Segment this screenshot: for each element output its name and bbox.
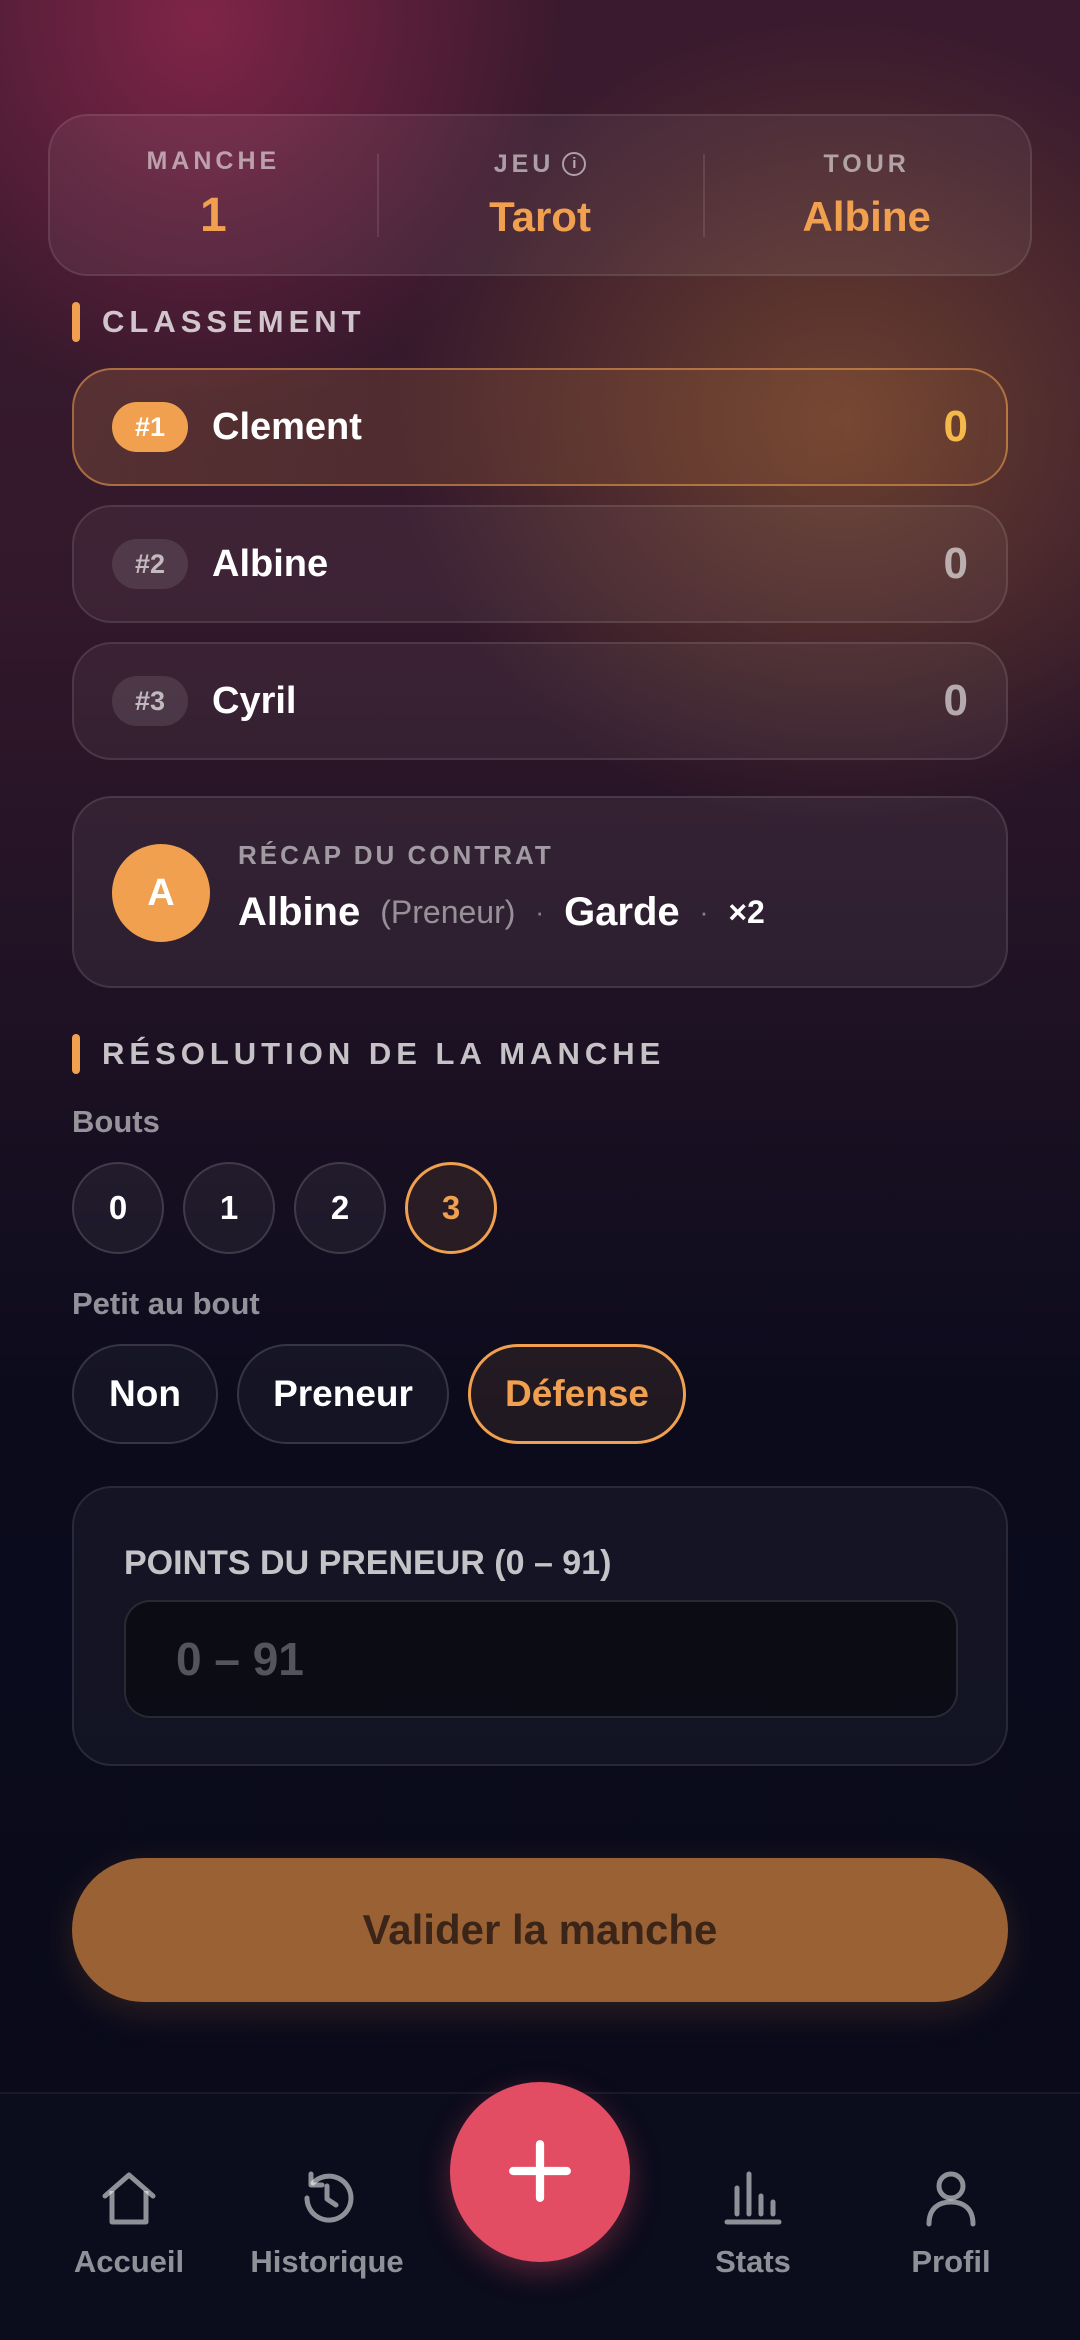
history-icon <box>304 2171 354 2223</box>
add-round-button[interactable] <box>450 2082 630 2262</box>
resolution-title: RÉSOLUTION DE LA MANCHE <box>102 1036 666 1071</box>
player-name: Clement <box>212 405 362 448</box>
jeu-block[interactable]: JEU i Tarot <box>376 150 704 241</box>
petit-option-defense[interactable]: Défense <box>468 1344 686 1444</box>
recap-multiplier: ×2 <box>728 894 765 930</box>
player-score: 0 <box>943 676 968 725</box>
nav-item-stats[interactable]: Stats <box>668 2166 838 2280</box>
user-icon <box>926 2171 976 2227</box>
manche-value: 1 <box>199 189 227 242</box>
bouts-option-3[interactable]: 3 <box>405 1162 497 1254</box>
bouts-option-1[interactable]: 1 <box>183 1162 275 1254</box>
recap-role: (Preneur) <box>380 894 516 930</box>
petit-au-bout-label: Petit au bout <box>72 1286 260 1321</box>
plus-icon <box>509 2139 571 2202</box>
info-icon[interactable]: i <box>562 152 587 176</box>
ranking-row[interactable]: #1 Clement 0 <box>72 368 1008 486</box>
separator-dot: · <box>699 897 709 927</box>
bar-chart-icon <box>724 2171 782 2225</box>
player-name: Albine <box>212 542 329 585</box>
contract-recap-card: A RÉCAP DU CONTRAT Albine (Preneur) · Ga… <box>72 796 1008 988</box>
manche-label: MANCHE <box>146 147 281 175</box>
section-accent-bar <box>72 1034 80 1074</box>
recap-contract: Garde <box>564 890 680 934</box>
bouts-option-0[interactable]: 0 <box>72 1162 164 1254</box>
rank-badge: #1 <box>112 402 188 452</box>
points-input[interactable] <box>124 1600 958 1718</box>
rank-badge: #2 <box>112 539 188 589</box>
points-label: POINTS DU PRENEUR (0 – 91) <box>124 1544 612 1582</box>
validate-round-button[interactable]: Valider la manche <box>72 1858 1008 2002</box>
petit-option-non[interactable]: Non <box>72 1344 218 1444</box>
nav-label-stats: Stats <box>715 2244 791 2279</box>
recap-player: Albine <box>238 890 361 934</box>
classement-title: CLASSEMENT <box>102 304 366 339</box>
bouts-label: Bouts <box>72 1104 160 1139</box>
section-accent-bar <box>72 302 80 342</box>
player-score: 0 <box>943 402 968 451</box>
nav-label-profil: Profil <box>911 2244 991 2279</box>
tour-label: TOUR <box>823 149 910 178</box>
nav-item-profil[interactable]: Profil <box>866 2166 1036 2280</box>
separator-dot: · <box>535 897 545 927</box>
recap-details: Albine (Preneur) · Garde · ×2 <box>238 890 765 935</box>
recap-label: RÉCAP DU CONTRAT <box>238 840 554 870</box>
nav-item-historique[interactable]: Historique <box>242 2166 412 2280</box>
game-header-card: MANCHE 1 JEU i Tarot TOUR Albine <box>48 114 1032 276</box>
ranking-row[interactable]: #3 Cyril 0 <box>72 642 1008 760</box>
jeu-label: JEU <box>493 149 555 178</box>
petit-option-preneur[interactable]: Preneur <box>237 1344 449 1444</box>
manche-block: MANCHE 1 <box>50 147 377 243</box>
tour-value: Albine <box>802 192 931 240</box>
jeu-label-row: JEU i <box>377 150 704 179</box>
player-name: Cyril <box>212 679 297 722</box>
resolution-section-title: RÉSOLUTION DE LA MANCHE <box>72 1034 665 1074</box>
rank-badge: #3 <box>112 676 188 726</box>
nav-label-historique: Historique <box>250 2244 404 2279</box>
ranking-row[interactable]: #2 Albine 0 <box>72 505 1008 623</box>
home-icon <box>102 2172 156 2225</box>
points-card: POINTS DU PRENEUR (0 – 91) <box>72 1486 1008 1766</box>
tour-block: TOUR Albine <box>703 150 1030 241</box>
nav-item-accueil[interactable]: Accueil <box>44 2166 214 2280</box>
player-score: 0 <box>943 539 968 588</box>
bouts-option-2[interactable]: 2 <box>294 1162 386 1254</box>
jeu-value: Tarot <box>489 192 591 240</box>
nav-label-accueil: Accueil <box>73 2244 185 2279</box>
classement-section-title: CLASSEMENT <box>72 302 366 342</box>
avatar: A <box>112 844 210 942</box>
